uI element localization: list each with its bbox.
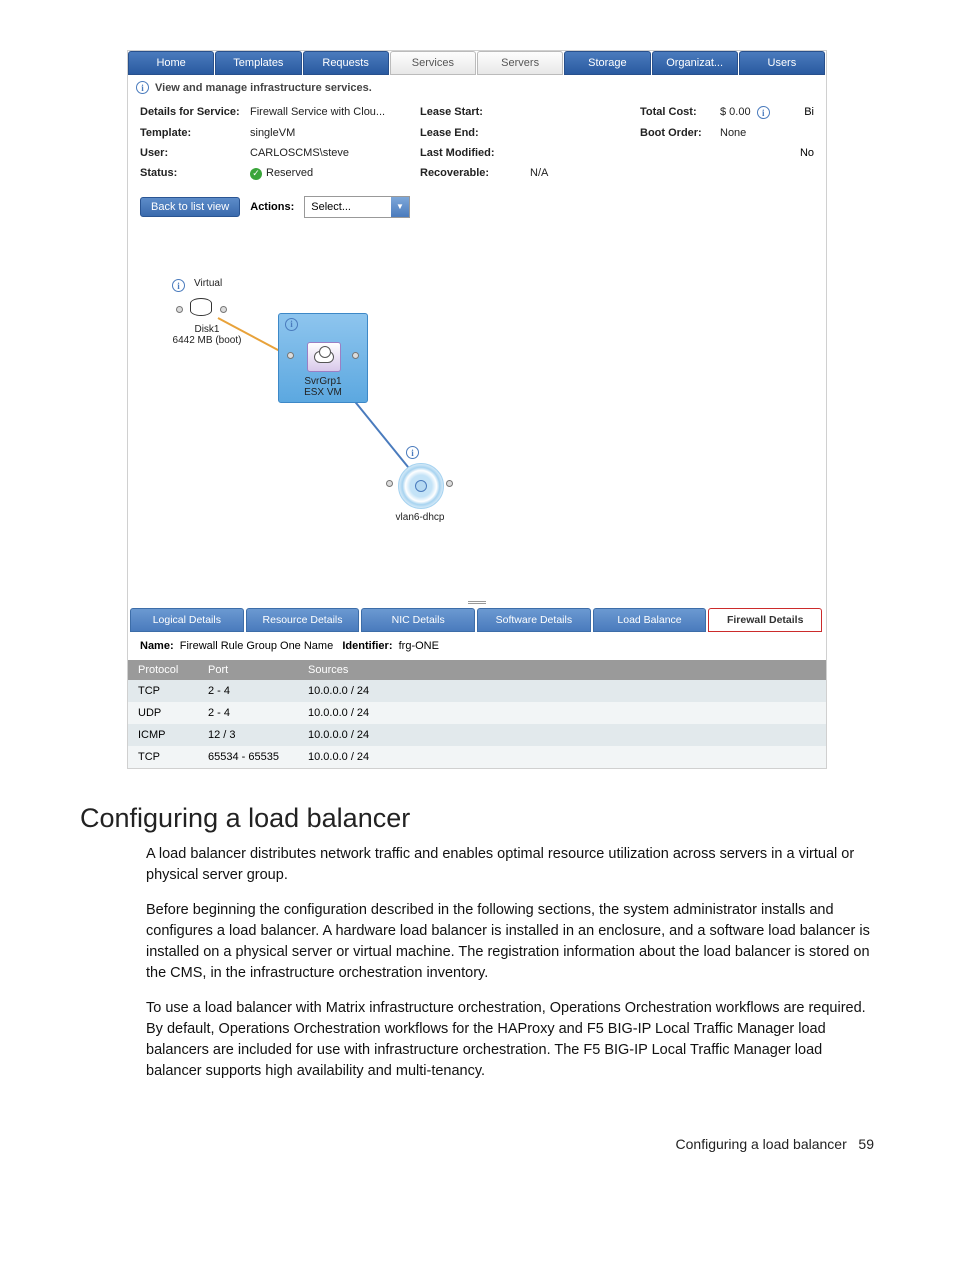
th-protocol[interactable]: Protocol (128, 660, 198, 680)
tab-logical-details[interactable]: Logical Details (130, 608, 244, 632)
tab-resource-details[interactable]: Resource Details (246, 608, 360, 632)
val-boot-order: None (720, 127, 746, 139)
nav-users[interactable]: Users (739, 51, 825, 75)
vlan-node[interactable] (398, 463, 444, 509)
details-tabs: Logical Details Resource Details NIC Det… (128, 608, 826, 632)
th-sources[interactable]: Sources (298, 660, 826, 680)
server-label: SvrGrp1ESX VM (279, 376, 367, 398)
tab-nic-details[interactable]: NIC Details (361, 608, 475, 632)
pane-divider[interactable] (128, 598, 826, 608)
tab-firewall-details[interactable]: Firewall Details (708, 608, 822, 632)
val-template: singleVM (250, 127, 295, 139)
lbl-last-modified: Last Modified: (420, 147, 530, 159)
action-bar: Back to list view Actions: Select... ▼ (128, 192, 826, 228)
val-status: ✓ Reserved (250, 167, 313, 180)
nav-templates[interactable]: Templates (215, 51, 301, 75)
chevron-down-icon: ▼ (391, 197, 409, 217)
tab-software-details[interactable]: Software Details (477, 608, 591, 632)
select-placeholder: Select... (305, 198, 391, 216)
table-row[interactable]: ICMP12 / 310.0.0.0 / 24 (128, 724, 826, 746)
nav-organization[interactable]: Organizat... (652, 51, 738, 75)
port-dot[interactable] (287, 352, 294, 359)
info-icon[interactable]: i (406, 446, 419, 459)
disk-label: Disk16442 MB (boot) (162, 324, 252, 346)
actions-select[interactable]: Select... ▼ (304, 196, 410, 218)
top-nav: Home Templates Requests Services Servers… (128, 51, 826, 75)
table-row[interactable]: UDP2 - 410.0.0.0 / 24 (128, 702, 826, 724)
subtitle-text: View and manage infrastructure services. (155, 82, 372, 94)
info-icon[interactable]: i (285, 318, 298, 331)
lbl-template: Template: (140, 127, 250, 139)
port-dot[interactable] (386, 480, 393, 487)
nav-storage[interactable]: Storage (564, 51, 650, 75)
table-row[interactable]: TCP2 - 410.0.0.0 / 24 (128, 680, 826, 702)
disk-icon[interactable] (190, 296, 214, 318)
body-paragraph: A load balancer distributes network traf… (146, 844, 874, 886)
firewall-rules-table: Protocol Port Sources TCP2 - 410.0.0.0 /… (128, 660, 826, 768)
lbl-total-cost: Total Cost: (640, 106, 720, 119)
grip-icon (468, 601, 486, 605)
lbl-lease-end: Lease End: (420, 127, 530, 139)
body-paragraph: To use a load balancer with Matrix infra… (146, 998, 874, 1082)
trunc-bi: Bi (804, 106, 814, 119)
lbl-status: Status: (140, 167, 250, 180)
virtual-label: Virtual (194, 278, 222, 289)
nav-servers[interactable]: Servers (477, 51, 563, 75)
lbl-user: User: (140, 147, 250, 159)
lbl-recoverable: Recoverable: (420, 167, 530, 180)
page-number: 59 (858, 1136, 874, 1152)
val-service: Firewall Service with Clou... (250, 106, 385, 119)
trunc-no: No (800, 147, 814, 159)
port-dot[interactable] (176, 306, 183, 313)
fw-id-label: Identifier: (342, 640, 392, 652)
service-details: Details for Service:Firewall Service wit… (128, 100, 826, 192)
topology-diagram: i Virtual Disk16442 MB (boot) i SvrGrp1E… (128, 228, 826, 528)
port-dot[interactable] (220, 306, 227, 313)
fw-name-label: Name: (140, 640, 174, 652)
info-icon[interactable]: i (757, 106, 770, 119)
fw-id-value: frg-ONE (399, 640, 439, 652)
fw-name-value: Firewall Rule Group One Name (180, 640, 333, 652)
status-text: Reserved (266, 167, 313, 179)
actions-label: Actions: (250, 201, 294, 213)
body-paragraph: Before beginning the configuration descr… (146, 900, 874, 984)
section-heading: Configuring a load balancer (80, 803, 874, 834)
info-icon: i (136, 81, 149, 94)
back-button[interactable]: Back to list view (140, 197, 240, 217)
server-group-node[interactable]: i SvrGrp1ESX VM (278, 313, 368, 403)
port-dot[interactable] (446, 480, 453, 487)
check-icon: ✓ (250, 168, 262, 180)
vlan-label: vlan6-dhcp (390, 512, 450, 523)
lbl-boot-order: Boot Order: (640, 127, 720, 139)
page-subtitle: i View and manage infrastructure service… (128, 75, 826, 100)
nav-requests[interactable]: Requests (303, 51, 389, 75)
app-screenshot: Home Templates Requests Services Servers… (127, 50, 827, 769)
th-port[interactable]: Port (198, 660, 298, 680)
val-user: CARLOSCMS\steve (250, 147, 349, 159)
footer-title: Configuring a load balancer (676, 1136, 847, 1152)
cloud-icon (307, 342, 341, 372)
table-row[interactable]: TCP65534 - 6553510.0.0.0 / 24 (128, 746, 826, 768)
lbl-service: Details for Service: (140, 106, 250, 119)
lbl-lease-start: Lease Start: (420, 106, 530, 119)
tab-load-balance[interactable]: Load Balance (593, 608, 707, 632)
nav-home[interactable]: Home (128, 51, 214, 75)
nav-services[interactable]: Services (390, 51, 476, 75)
val-total-cost: $ 0.00 (720, 106, 751, 119)
document-body: Configuring a load balancer A load balan… (0, 769, 954, 1136)
firewall-meta: Name: Firewall Rule Group One Name Ident… (128, 632, 826, 660)
port-dot[interactable] (352, 352, 359, 359)
info-icon[interactable]: i (172, 279, 185, 292)
val-recoverable: N/A (530, 167, 548, 180)
page-footer: Configuring a load balancer 59 (0, 1136, 954, 1182)
